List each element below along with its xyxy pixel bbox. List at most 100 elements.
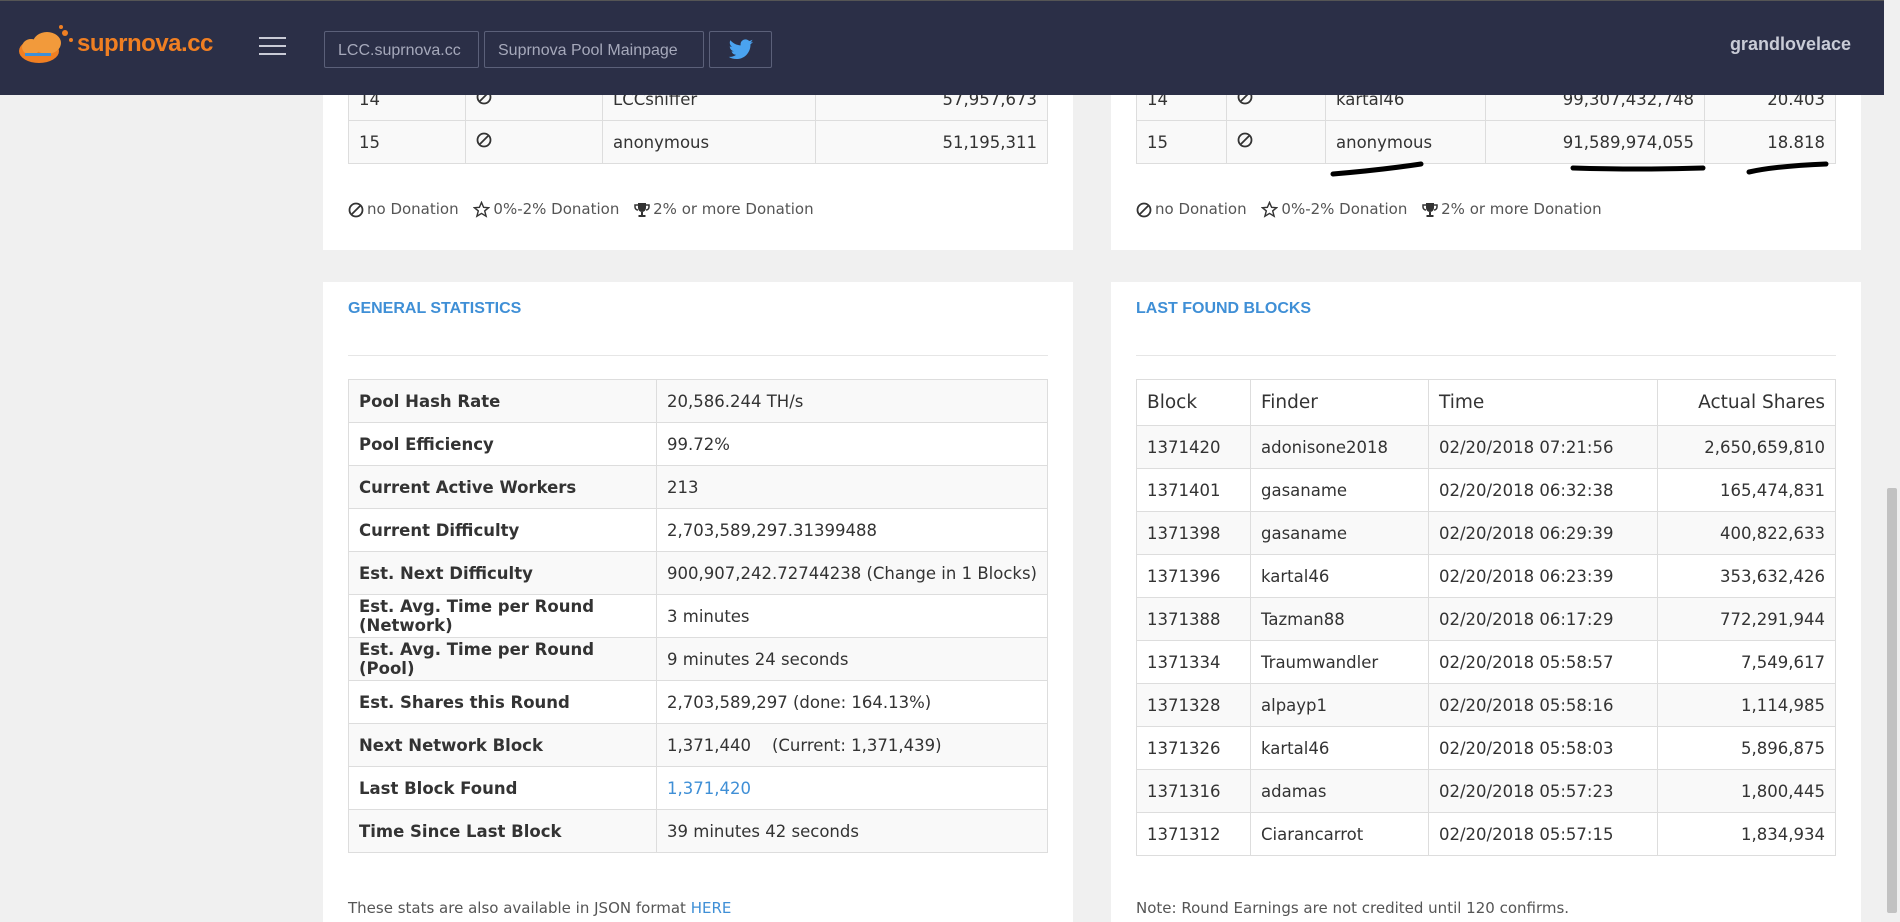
table-row: Time Since Last Block 39 minutes 42 secon… xyxy=(348,809,1048,853)
shares-cell: 353,632,426 xyxy=(1657,554,1836,598)
header-finder[interactable]: Finder xyxy=(1250,379,1429,426)
shares-cell: 1,114,985 xyxy=(1657,683,1836,727)
shares-cell: 165,474,831 xyxy=(1657,468,1836,512)
trophy-icon xyxy=(1422,202,1438,217)
top-navbar: suprnova.cc LCC.suprnova.cc Suprnova Poo… xyxy=(0,0,1884,95)
finder-cell: gasaname xyxy=(1250,468,1429,512)
stat-label: Current Difficulty xyxy=(348,508,657,552)
finder-cell: Ciarancarrot xyxy=(1250,812,1429,856)
shares-cell: 1,800,445 xyxy=(1657,769,1836,813)
block-cell: 1371398 xyxy=(1136,511,1251,555)
block-cell: 1371334 xyxy=(1136,640,1251,684)
time-cell: 02/20/2018 07:21:56 xyxy=(1428,425,1658,469)
cloud-logo-icon xyxy=(19,25,73,63)
twitter-button[interactable] xyxy=(709,31,772,68)
table-row: 1371312 Ciarancarrot 02/20/2018 05:57:15 1,… xyxy=(1136,812,1836,856)
menu-toggle-icon[interactable] xyxy=(259,37,286,57)
block-cell: 1371396 xyxy=(1136,554,1251,598)
legend-low-donation: 0%-2% Donation xyxy=(493,200,620,218)
trophy-icon xyxy=(634,202,650,217)
donation-cell xyxy=(465,120,603,164)
table-row: 1371401 gasaname 02/20/2018 06:32:38 165,47… xyxy=(1136,468,1836,512)
general-statistics-table: Pool Hash Rate 20,586.244 TH/s Pool Effici… xyxy=(348,379,1048,853)
finder-cell: adonisone2018 xyxy=(1250,425,1429,469)
stat-label: Est. Avg. Time per Round (Network) xyxy=(348,594,657,638)
shares-cell: 7,549,617 xyxy=(1657,640,1836,684)
table-row: 1371316 adamas 02/20/2018 05:57:23 1,800,44… xyxy=(1136,769,1836,813)
finder-cell: kartal46 xyxy=(1250,554,1429,598)
legend-no-donation: no Donation xyxy=(367,200,459,218)
block-cell: 1371326 xyxy=(1136,726,1251,770)
header-time[interactable]: Time xyxy=(1428,379,1658,426)
stat-value: 3 minutes xyxy=(656,594,1048,638)
stat-label: Current Active Workers xyxy=(348,465,657,509)
shares-cell: 2,650,659,810 xyxy=(1657,425,1836,469)
table-row: 1371396 kartal46 02/20/2018 06:23:39 353,63… xyxy=(1136,554,1836,598)
stat-value: 213 xyxy=(656,465,1048,509)
stat-value[interactable]: 1,371,420 xyxy=(656,766,1048,810)
general-statistics-title: GENERAL STATISTICS xyxy=(348,300,522,317)
table-row: Est. Shares this Round 2,703,589,297 (don… xyxy=(348,680,1048,724)
divider xyxy=(1136,355,1836,356)
legend-high-donation: 2% or more Donation xyxy=(653,200,814,218)
stat-label: Est. Avg. Time per Round (Pool) xyxy=(348,637,657,681)
stat-label: Est. Shares this Round xyxy=(348,680,657,724)
table-row: 1371326 kartal46 02/20/2018 05:58:03 5,896,… xyxy=(1136,726,1836,770)
table-row: Current Active Workers 213 xyxy=(348,465,1048,509)
donation-legend: no Donation 0%-2% Donation 2% or more Do… xyxy=(1136,200,1612,218)
block-cell: 1371328 xyxy=(1136,683,1251,727)
scrollbar-thumb[interactable] xyxy=(1887,488,1897,913)
page-scrollbar[interactable] xyxy=(1884,0,1900,913)
stat-label: Est. Next Difficulty xyxy=(348,551,657,595)
time-cell: 02/20/2018 06:29:39 xyxy=(1428,511,1658,555)
donation-legend: no Donation 0%-2% Donation 2% or more Do… xyxy=(348,200,824,218)
finder-cell: kartal46 xyxy=(1250,726,1429,770)
general-statistics-panel: GENERAL STATISTICS Pool Hash Rate 20,586.… xyxy=(323,282,1073,922)
stat-label: Pool Efficiency xyxy=(348,422,657,466)
nav-button-lcc[interactable]: LCC.suprnova.cc xyxy=(324,31,479,68)
block-cell: 1371401 xyxy=(1136,468,1251,512)
last-found-blocks-panel: LAST FOUND BLOCKS Block Finder Time Actu… xyxy=(1111,282,1861,922)
finder-cell: Tazman88 xyxy=(1250,597,1429,641)
shares-cell: 1,834,934 xyxy=(1657,812,1836,856)
site-logo[interactable]: suprnova.cc xyxy=(17,23,217,69)
star-icon xyxy=(473,201,491,218)
header-block[interactable]: Block xyxy=(1136,379,1251,426)
username[interactable]: grandlovelace xyxy=(1730,34,1851,55)
table-row: 1371420 adonisone2018 02/20/2018 07:21:56 2… xyxy=(1136,425,1836,469)
shares-cell: 5,896,875 xyxy=(1657,726,1836,770)
stat-value: 39 minutes 42 seconds xyxy=(656,809,1048,853)
finder-cell: adamas xyxy=(1250,769,1429,813)
table-row: Last Block Found 1,371,420 xyxy=(348,766,1048,810)
table-row: Est. Avg. Time per Round (Network) 3 minu… xyxy=(348,594,1048,638)
table-header-row: Block Finder Time Actual Shares xyxy=(1136,379,1836,426)
stat-label: Time Since Last Block xyxy=(348,809,657,853)
table-row: 15 anonymous 51,195,311 xyxy=(348,120,1048,164)
shares-cell: 772,291,944 xyxy=(1657,597,1836,641)
table-row: 1371388 Tazman88 02/20/2018 06:17:29 772,29… xyxy=(1136,597,1836,641)
no-donation-icon xyxy=(476,132,492,148)
confirms-footnote: Note: Round Earnings are not credited un… xyxy=(1136,899,1570,917)
time-cell: 02/20/2018 06:32:38 xyxy=(1428,468,1658,512)
block-cell: 1371312 xyxy=(1136,812,1251,856)
time-cell: 02/20/2018 05:58:57 xyxy=(1428,640,1658,684)
time-cell: 02/20/2018 05:58:03 xyxy=(1428,726,1658,770)
json-link[interactable]: HERE xyxy=(691,899,732,917)
table-row: Est. Avg. Time per Round (Pool) 9 minutes… xyxy=(348,637,1048,681)
table-row: 1371334 Traumwandler 02/20/2018 05:58:57 7,… xyxy=(1136,640,1836,684)
stat-value: 20,586.244 TH/s xyxy=(656,379,1048,423)
block-cell: 1371316 xyxy=(1136,769,1251,813)
rank-cell: 15 xyxy=(348,120,466,164)
stat-value: 900,907,242.72744238 (Change in 1 Blocks… xyxy=(656,551,1048,595)
table-row: Pool Efficiency 99.72% xyxy=(348,422,1048,466)
shares-cell: 400,822,633 xyxy=(1657,511,1836,555)
table-row: 1371328 alpayp1 02/20/2018 05:58:16 1,114,9… xyxy=(1136,683,1836,727)
header-actual-shares[interactable]: Actual Shares xyxy=(1657,379,1836,426)
table-row: Next Network Block 1,371,440 (Current: 1,… xyxy=(348,723,1048,767)
table-row: Pool Hash Rate 20,586.244 TH/s xyxy=(348,379,1048,423)
json-footnote: These stats are also available in JSON f… xyxy=(348,899,731,917)
no-donation-icon xyxy=(1136,202,1152,217)
nav-button-mainpage[interactable]: Suprnova Pool Mainpage xyxy=(484,31,704,68)
stat-value: 1,371,440 (Current: 1,371,439) xyxy=(656,723,1048,767)
footnote-text: These stats are also available in JSON f… xyxy=(348,899,686,917)
